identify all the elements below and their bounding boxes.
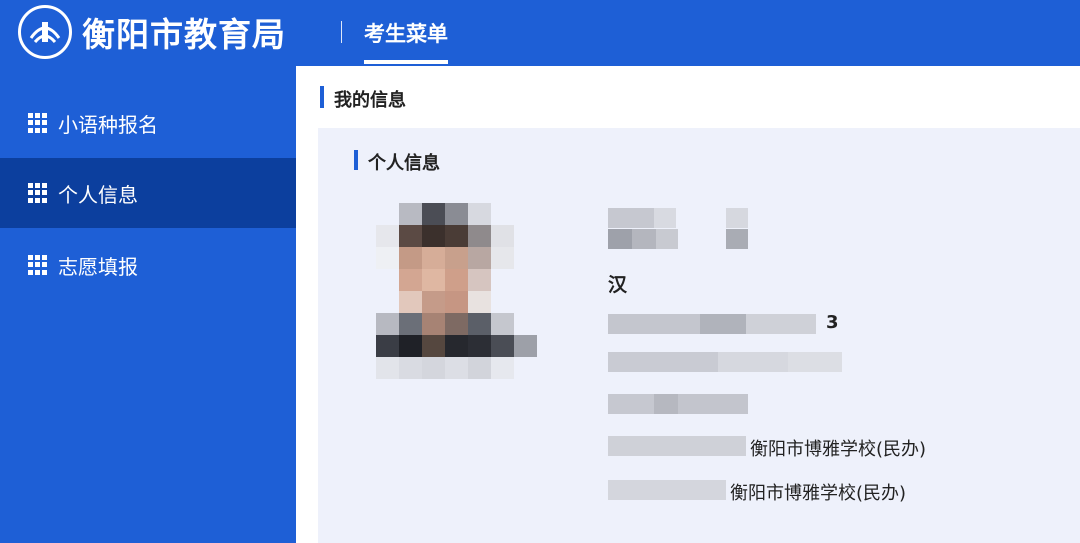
school-value-2: 衡阳市博雅学校(民办) <box>730 483 907 504</box>
grid-icon <box>28 113 48 133</box>
header-divider <box>341 21 342 43</box>
id-number-suffix: 3 <box>826 312 839 333</box>
section-accent-bar <box>320 86 324 108</box>
personal-info-card: 个人信息 汉 3 衡阳市博雅学校(民办) 衡阳市博雅学校(民办) <box>318 128 1080 543</box>
section-title: 我的信息 <box>334 90 406 111</box>
redacted-gender <box>608 229 748 249</box>
sidebar-item-label: 志愿填报 <box>58 254 138 279</box>
redacted-school-prefix <box>608 436 746 456</box>
card-accent-bar <box>354 150 358 170</box>
grid-icon <box>28 255 48 275</box>
ethnicity-value: 汉 <box>608 274 628 296</box>
card-title: 个人信息 <box>368 153 440 174</box>
sidebar-item-personal-info[interactable]: 个人信息 <box>0 158 296 228</box>
active-tab-underline <box>364 60 448 64</box>
sidebar-item-label: 小语种报名 <box>58 112 158 137</box>
redacted-name <box>608 208 748 228</box>
grid-icon <box>28 183 48 203</box>
sidebar: 小语种报名 个人信息 志愿填报 <box>0 66 296 543</box>
sidebar-item-minor-language-signup[interactable]: 小语种报名 <box>0 88 296 158</box>
sidebar-item-preference-filling[interactable]: 志愿填报 <box>0 230 296 300</box>
education-bureau-logo-icon <box>18 5 72 59</box>
student-photo <box>376 203 537 379</box>
redacted-exam-number <box>608 394 748 414</box>
redacted-phone <box>608 352 842 372</box>
org-name: 衡阳市教育局 <box>82 15 286 54</box>
redacted-id-number <box>608 314 816 334</box>
school-value: 衡阳市博雅学校(民办) <box>750 439 927 460</box>
sidebar-item-label: 个人信息 <box>58 182 138 207</box>
top-header: 衡阳市教育局 考生菜单 <box>0 0 1080 66</box>
main-content: 我的信息 个人信息 汉 3 衡阳市博雅学校(民办) 衡阳市博雅学校(民办) <box>296 66 1080 543</box>
section-header: 我的信息 <box>296 66 1080 128</box>
candidate-menu-tab[interactable]: 考生菜单 <box>364 18 448 48</box>
redacted-school-prefix-2 <box>608 480 726 500</box>
